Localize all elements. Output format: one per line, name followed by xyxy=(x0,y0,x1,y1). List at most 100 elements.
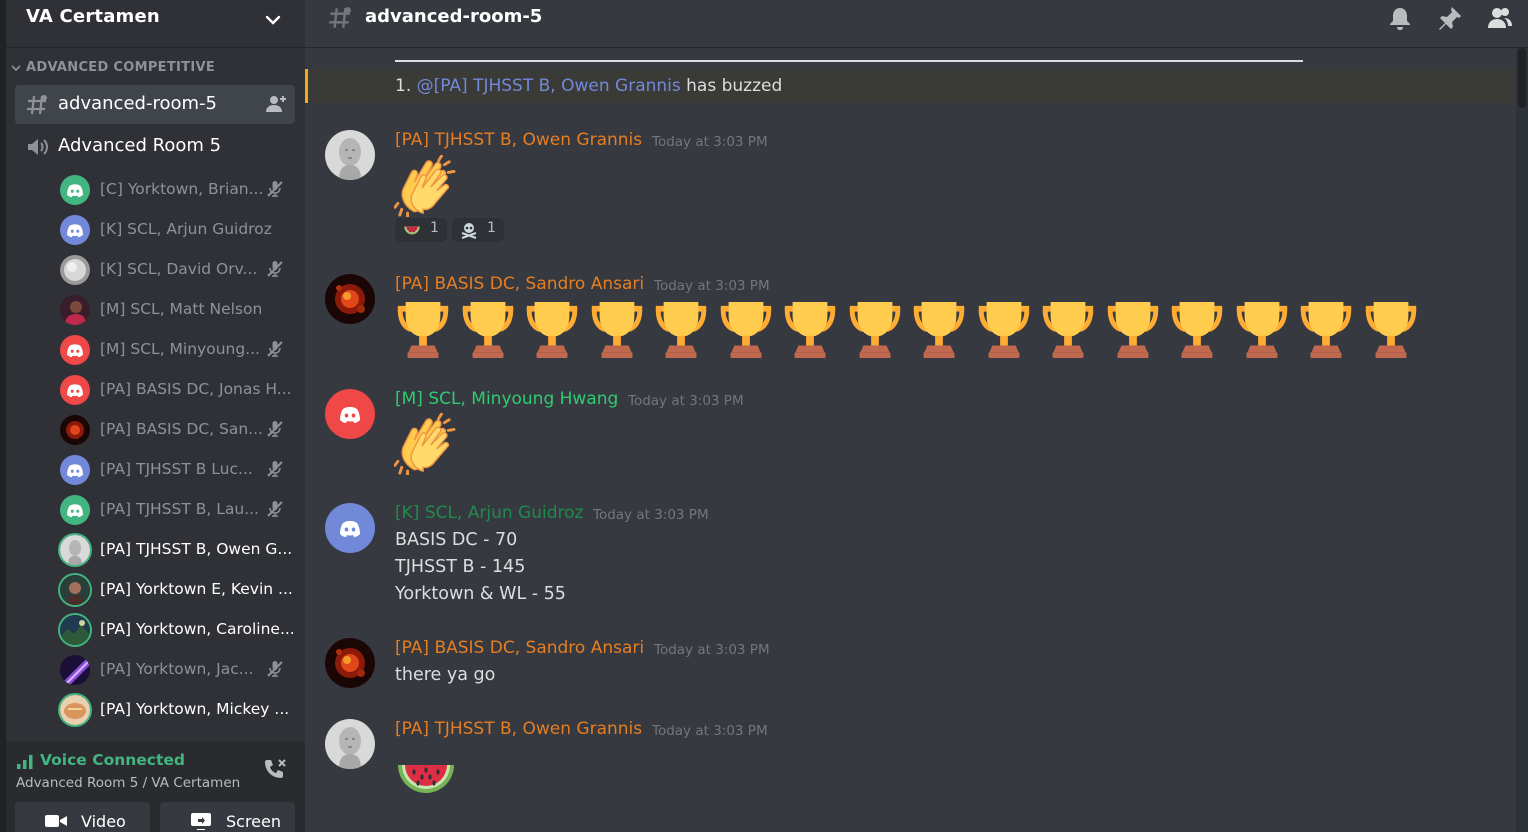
chevron-down-icon[interactable] xyxy=(263,10,283,30)
user-mention[interactable]: @[PA] TJHSST B, Owen Grannis xyxy=(417,76,681,96)
voice-user[interactable]: [K] SCL, David Orv... xyxy=(58,252,298,288)
message-author[interactable]: [PA] TJHSST B, Owen Grannis xyxy=(395,130,642,150)
trophy-icon xyxy=(1039,300,1097,360)
trophy-icon xyxy=(1297,300,1355,360)
avatar xyxy=(60,495,90,525)
trophy-icon xyxy=(846,300,904,360)
message-author[interactable]: [PA] BASIS DC, Sandro Ansari xyxy=(395,274,644,294)
mic-muted-icon xyxy=(266,500,284,518)
discord-blurple-avatar-icon xyxy=(325,503,375,553)
video-button-label: Video xyxy=(81,812,126,831)
mic-muted-icon xyxy=(266,260,284,278)
avatar xyxy=(60,455,90,485)
trophy-icon xyxy=(1233,300,1291,360)
trophy-icon xyxy=(910,300,968,360)
voice-user-name: [C] Yorktown, Brian... xyxy=(100,180,264,198)
scrollbar-thumb[interactable] xyxy=(1518,48,1526,108)
notification-bell-icon[interactable] xyxy=(1387,5,1413,31)
channel-title: advanced-room-5 xyxy=(365,6,543,27)
voice-user[interactable]: [M] SCL, Minyoung... xyxy=(58,332,298,368)
clapping-hands-icon xyxy=(394,155,456,217)
voice-user[interactable]: [PA] Yorktown, Mickey ... xyxy=(58,692,298,728)
voice-user-name: [M] SCL, Matt Nelson xyxy=(100,300,263,318)
buzz-text: 1. @[PA] TJHSST B, Owen Grannis has buzz… xyxy=(395,76,782,96)
message-timestamp: Today at 3:03 PM xyxy=(593,507,709,523)
avatar[interactable] xyxy=(325,274,375,324)
voice-user-name: [PA] TJHSST B Luc... xyxy=(100,460,253,478)
sidebar-item-voice-advanced-room-5[interactable]: Advanced Room 5 xyxy=(15,128,295,166)
buzz-prefix: 1. xyxy=(395,76,417,96)
mic-muted-icon xyxy=(266,660,284,678)
trophy-icon xyxy=(652,300,710,360)
avatar xyxy=(60,415,90,445)
message-timestamp: Today at 3:03 PM xyxy=(654,278,770,294)
trophy-icon xyxy=(523,300,581,360)
category-header[interactable]: ADVANCED COMPETITIVE xyxy=(10,60,215,75)
voice-user[interactable]: [PA] TJHSST B Luc... xyxy=(58,452,298,488)
sidebar-item-advanced-room-5[interactable]: advanced-room-5 xyxy=(15,85,295,124)
channel-header: advanced-room-5 xyxy=(305,0,1528,48)
avatar xyxy=(60,615,90,645)
sidebar-item-label: advanced-room-5 xyxy=(58,93,217,114)
voice-user[interactable]: [PA] BASIS DC, San... xyxy=(58,412,298,448)
chat-area: advanced-room-5 1. @[PA] TJHSST B, Owen … xyxy=(305,0,1528,832)
voice-user-name: [PA] Yorktown, Jac... xyxy=(100,660,254,678)
video-button[interactable]: Video xyxy=(15,802,150,832)
member-list-icon[interactable] xyxy=(1487,5,1513,31)
voice-user[interactable]: [PA] BASIS DC, Jonas H... xyxy=(58,372,298,408)
voice-user-name: [K] SCL, David Orv... xyxy=(100,260,258,278)
voice-user[interactable]: [PA] Yorktown, Caroline... xyxy=(58,612,298,648)
voice-user[interactable]: [M] SCL, Matt Nelson xyxy=(58,292,298,328)
voice-connected-status[interactable]: Voice Connected xyxy=(40,751,185,769)
avatar[interactable] xyxy=(325,503,375,553)
reaction-skull-crossbones[interactable]: 1 xyxy=(452,218,504,242)
message-line: Yorktown & WL - 55 xyxy=(395,584,566,604)
channel-sidebar: VA Certamen ADVANCED COMPETITIVE advance… xyxy=(0,0,305,832)
voice-connection-panel: Voice Connected Advanced Room 5 / VA Cer… xyxy=(6,741,305,832)
message-timestamp: Today at 3:03 PM xyxy=(652,134,768,150)
create-invite-icon[interactable] xyxy=(265,94,287,114)
message-author[interactable]: [M] SCL, Minyoung Hwang xyxy=(395,389,618,409)
avatar[interactable] xyxy=(325,719,375,769)
statue-avatar-icon xyxy=(325,719,375,769)
statue-avatar-icon xyxy=(325,130,375,180)
scrollbar[interactable] xyxy=(1516,48,1528,832)
fire-avatar-icon xyxy=(325,274,375,324)
screen-share-button[interactable]: Screen xyxy=(160,802,295,832)
buzz-suffix: has buzzed xyxy=(680,76,783,96)
voice-user[interactable]: [PA] TJHSST B, Lau... xyxy=(58,492,298,528)
avatar[interactable] xyxy=(325,130,375,180)
avatar[interactable] xyxy=(325,638,375,688)
message-timestamp: Today at 3:03 PM xyxy=(654,642,770,658)
mic-muted-icon xyxy=(266,180,284,198)
trophy-icon xyxy=(459,300,517,360)
mic-muted-icon xyxy=(266,420,284,438)
trophy-icon xyxy=(394,300,452,360)
avatar xyxy=(60,375,90,405)
speaker-icon xyxy=(28,139,48,155)
message-author[interactable]: [PA] TJHSST B, Owen Grannis xyxy=(395,719,642,739)
voice-user[interactable]: [PA] Yorktown, Jac... xyxy=(58,652,298,688)
reaction-count: 1 xyxy=(487,220,496,236)
server-name: VA Certamen xyxy=(26,6,160,27)
voice-location: Advanced Room 5 / VA Certamen xyxy=(16,775,241,791)
reaction-watermelon[interactable]: 1 xyxy=(395,218,447,242)
pin-icon[interactable] xyxy=(1437,5,1463,31)
avatar xyxy=(60,215,90,245)
voice-user[interactable]: [K] SCL, Arjun Guidroz xyxy=(58,212,298,248)
disconnect-call-icon[interactable] xyxy=(262,757,288,783)
signal-strength-icon[interactable] xyxy=(17,755,35,769)
avatar xyxy=(60,295,90,325)
server-header[interactable]: VA Certamen xyxy=(6,0,305,48)
voice-user[interactable]: [PA] TJHSST B, Owen G... xyxy=(58,532,298,568)
message-author[interactable]: [K] SCL, Arjun Guidroz xyxy=(395,503,583,523)
embed-divider xyxy=(395,60,1303,62)
voice-user[interactable]: [C] Yorktown, Brian... xyxy=(58,172,298,208)
hashtag-icon xyxy=(329,7,351,28)
message-author[interactable]: [PA] BASIS DC, Sandro Ansari xyxy=(395,638,644,658)
voice-user-name: [K] SCL, Arjun Guidroz xyxy=(100,220,272,238)
avatar[interactable] xyxy=(325,389,375,439)
voice-user[interactable]: [PA] Yorktown E, Kevin ... xyxy=(58,572,298,608)
watermelon-icon xyxy=(403,221,421,239)
reaction-count: 1 xyxy=(430,220,439,236)
